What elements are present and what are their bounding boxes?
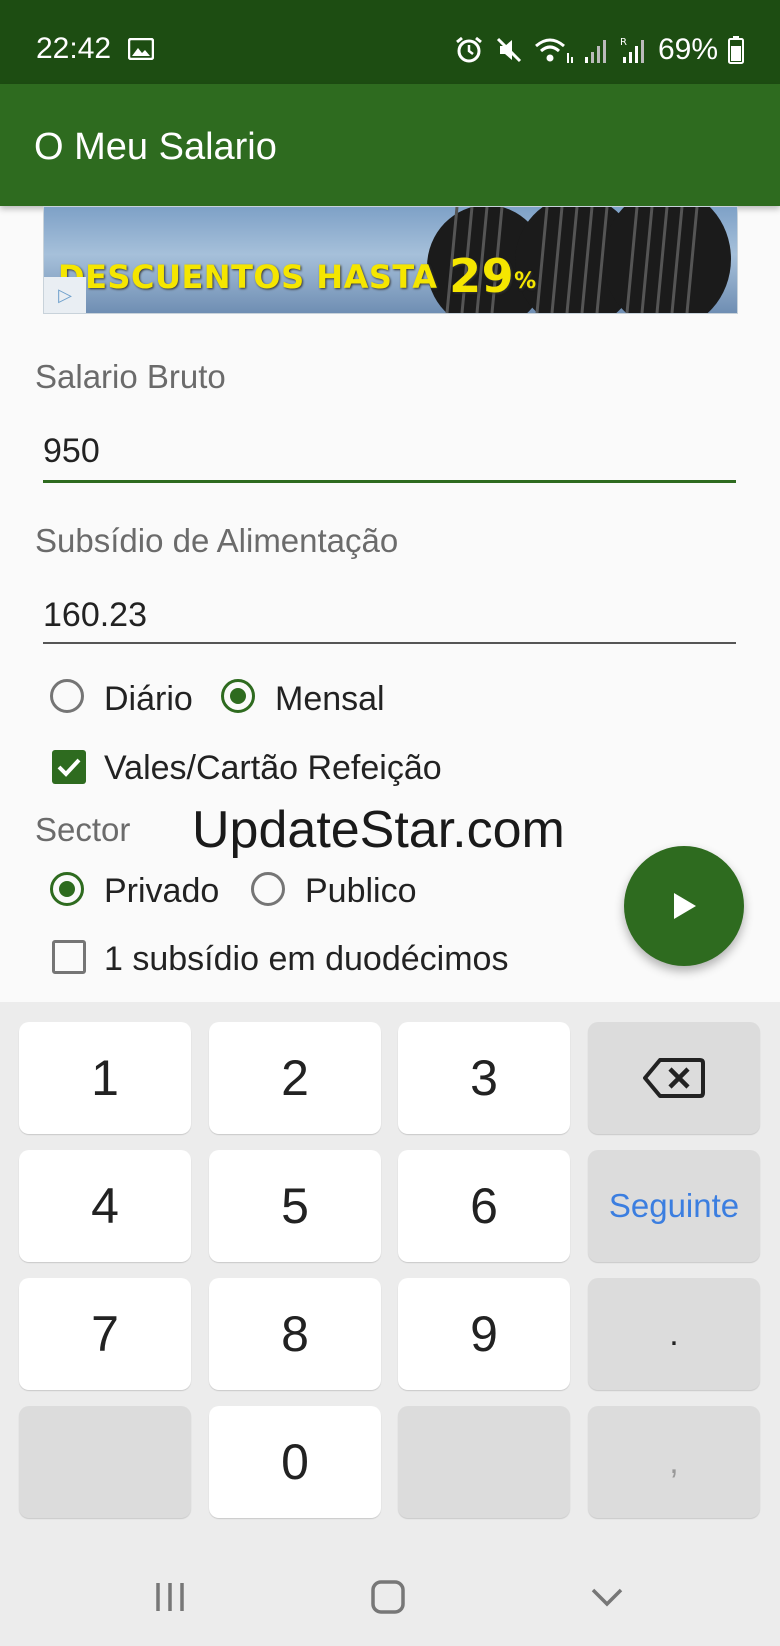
backspace-icon: [643, 1058, 705, 1098]
navigation-bar: [0, 1560, 780, 1646]
salario-bruto-underline: [43, 480, 736, 483]
radio-publico-label: Publico: [305, 872, 417, 910]
radio-mensal-label: Mensal: [275, 680, 385, 718]
home-icon: [371, 1580, 405, 1614]
calculate-fab-button[interactable]: [624, 846, 744, 966]
play-icon: [674, 893, 696, 919]
backspace-key[interactable]: [588, 1022, 760, 1134]
recents-icon: [156, 1583, 184, 1611]
duodecimos-label: 1 subsídio em duodécimos: [104, 940, 509, 978]
vales-checkbox[interactable]: [52, 750, 86, 784]
subsidio-input[interactable]: 160.23: [43, 596, 147, 635]
radio-privado[interactable]: [50, 872, 84, 906]
comma-key[interactable]: ,: [588, 1406, 760, 1518]
blank-key-left: [19, 1406, 191, 1518]
numeric-keyboard: 1 2 3 4 5 6 Seguinte 7 8 9 . 0 ,: [0, 1002, 780, 1646]
svg-text:R: R: [620, 37, 627, 48]
radio-diario-label: Diário: [104, 680, 193, 718]
mute-icon: [496, 37, 522, 63]
key-4[interactable]: 4: [19, 1150, 191, 1262]
recents-button[interactable]: [130, 1560, 210, 1634]
hide-keyboard-button[interactable]: [567, 1560, 647, 1634]
gallery-icon: [128, 38, 154, 60]
duodecimos-checkbox[interactable]: [52, 940, 86, 974]
app-bar: O Meu Salario: [0, 84, 780, 206]
key-1[interactable]: 1: [19, 1022, 191, 1134]
battery-percent: 69%: [657, 33, 718, 66]
key-9[interactable]: 9: [398, 1278, 570, 1390]
subsidio-underline: [43, 642, 736, 644]
radio-publico[interactable]: [251, 872, 285, 906]
signal-roaming-icon: R: [620, 37, 644, 63]
battery-icon: [728, 36, 744, 64]
sector-label: Sector: [35, 811, 131, 848]
app-title: O Meu Salario: [34, 126, 277, 168]
home-button[interactable]: [348, 1560, 428, 1634]
ad-percent: 29: [449, 249, 515, 303]
status-icons: R 69%: [454, 30, 744, 70]
status-time: 22:42: [36, 32, 112, 65]
ad-text: DESCUENTOS HASTA 29%: [58, 249, 537, 303]
subsidio-label: Subsídio de Alimentação: [35, 522, 399, 559]
key-5[interactable]: 5: [209, 1150, 381, 1262]
blank-key-right: [398, 1406, 570, 1518]
alarm-icon: [456, 36, 482, 63]
check-icon: [57, 758, 81, 777]
key-3[interactable]: 3: [398, 1022, 570, 1134]
next-key[interactable]: Seguinte: [588, 1150, 760, 1262]
signal-icon: [584, 40, 606, 63]
ad-headline: DESCUENTOS HASTA: [58, 258, 438, 296]
key-0[interactable]: 0: [209, 1406, 381, 1518]
key-2[interactable]: 2: [209, 1022, 381, 1134]
salario-bruto-input[interactable]: 950: [43, 432, 100, 471]
key-6[interactable]: 6: [398, 1150, 570, 1262]
vales-label: Vales/Cartão Refeição: [104, 749, 442, 787]
radio-diario[interactable]: [50, 679, 84, 713]
watermark: UpdateStar.com: [192, 801, 565, 859]
ad-banner[interactable]: DESCUENTOS HASTA 29% ▷: [43, 206, 738, 314]
wifi-icon: [534, 38, 573, 63]
radio-mensal[interactable]: [221, 679, 255, 713]
dot-key[interactable]: .: [588, 1278, 760, 1390]
key-8[interactable]: 8: [209, 1278, 381, 1390]
ad-choices-icon[interactable]: ▷: [44, 277, 86, 313]
chevron-down-icon: [591, 1588, 623, 1607]
status-bar: 22:42 R 69%: [0, 0, 780, 84]
ad-percent-sign: %: [514, 269, 537, 294]
salario-bruto-label: Salario Bruto: [35, 358, 226, 395]
key-7[interactable]: 7: [19, 1278, 191, 1390]
radio-privado-label: Privado: [104, 872, 220, 910]
